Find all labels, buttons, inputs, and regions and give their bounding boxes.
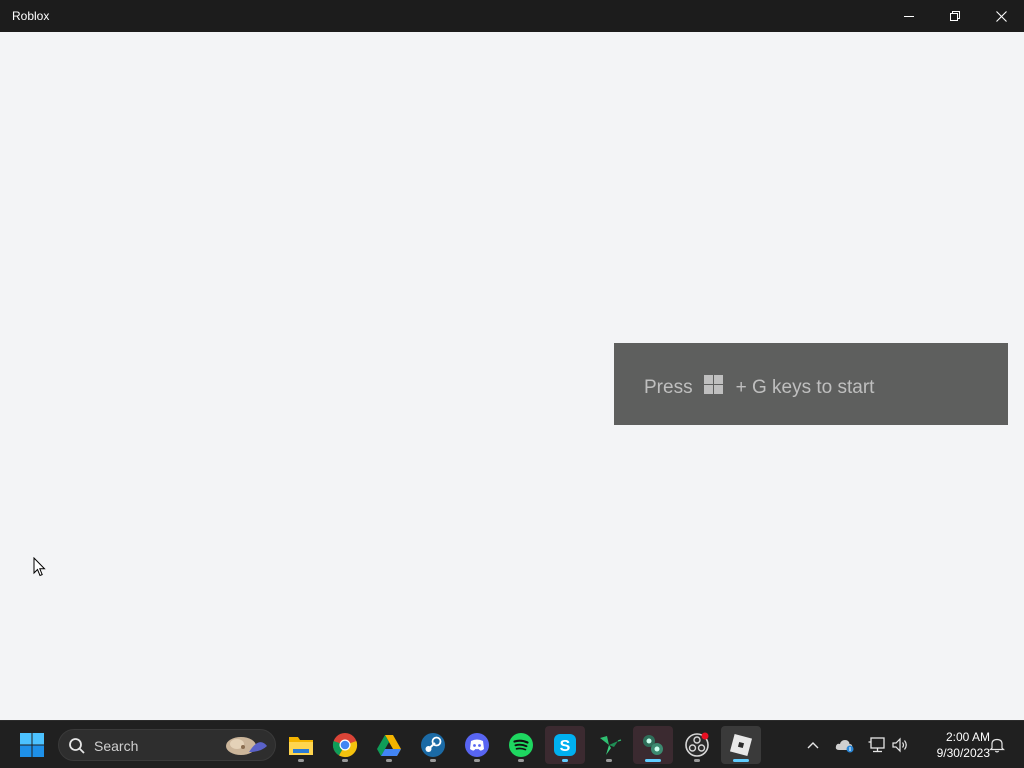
taskbar-chrome[interactable] bbox=[325, 726, 365, 764]
obs-icon bbox=[685, 732, 709, 757]
taskbar-steam[interactable] bbox=[413, 726, 453, 764]
taskbar: Search S 2:00 AM 9/30/2023 bbox=[0, 720, 1024, 768]
minimize-icon bbox=[904, 16, 914, 17]
show-hidden-icons-button[interactable] bbox=[800, 721, 826, 768]
search-box[interactable]: Search bbox=[58, 729, 276, 761]
taskbar-google-drive[interactable] bbox=[369, 726, 409, 764]
discord-icon bbox=[465, 733, 489, 757]
running-indicator bbox=[474, 759, 480, 762]
mouse-cursor-icon bbox=[33, 556, 47, 582]
window-title: Roblox bbox=[12, 9, 50, 23]
chevron-up-icon bbox=[807, 742, 819, 749]
active-indicator bbox=[733, 759, 749, 762]
restore-button[interactable] bbox=[932, 0, 978, 32]
clock-time: 2:00 AM bbox=[945, 730, 990, 744]
google-drive-icon bbox=[377, 734, 401, 756]
spotify-icon bbox=[509, 733, 533, 757]
clock-date: 9/30/2023 bbox=[936, 746, 990, 760]
notifications-button[interactable] bbox=[984, 721, 1010, 768]
minimize-button[interactable] bbox=[886, 0, 932, 32]
running-indicator bbox=[518, 759, 524, 762]
onedrive-tray-button[interactable] bbox=[832, 721, 858, 768]
restore-icon bbox=[950, 11, 960, 21]
hummingbird-icon bbox=[600, 736, 622, 755]
skype-icon: S bbox=[554, 734, 576, 756]
search-highlight-icon bbox=[226, 737, 267, 755]
running-indicator bbox=[606, 759, 612, 762]
close-button[interactable] bbox=[978, 0, 1024, 32]
cloud-icon bbox=[835, 740, 854, 753]
close-icon bbox=[995, 10, 1007, 22]
file-explorer-icon bbox=[289, 737, 313, 755]
running-indicator bbox=[298, 759, 304, 762]
running-indicator bbox=[694, 759, 700, 762]
network-tray-button[interactable] bbox=[864, 721, 890, 768]
network-icon bbox=[868, 737, 885, 753]
taskbar-hummingbird[interactable] bbox=[589, 726, 629, 764]
taskbar-gaming-app[interactable] bbox=[633, 726, 673, 764]
volume-tray-button[interactable] bbox=[888, 721, 914, 768]
running-indicator bbox=[562, 759, 568, 762]
running-indicator bbox=[645, 759, 661, 762]
roblox-icon bbox=[729, 733, 753, 757]
svg-text:S: S bbox=[560, 738, 571, 755]
gaming-app-icon bbox=[643, 735, 663, 755]
game-bar-toast: Press + G keys to start bbox=[614, 343, 1008, 425]
windows-start-icon bbox=[20, 733, 44, 757]
taskbar-obs[interactable] bbox=[677, 726, 717, 764]
toast-suffix: + G keys to start bbox=[735, 376, 875, 398]
toast-prefix: Press bbox=[644, 376, 693, 398]
running-indicator bbox=[386, 759, 392, 762]
running-indicator bbox=[430, 759, 436, 762]
taskbar-discord[interactable] bbox=[457, 726, 497, 764]
start-button[interactable] bbox=[12, 726, 52, 764]
running-indicator bbox=[342, 759, 348, 762]
title-bar[interactable]: Roblox bbox=[0, 0, 1024, 32]
taskbar-spotify[interactable] bbox=[501, 726, 541, 764]
taskbar-roblox[interactable] bbox=[721, 726, 761, 764]
search-label: Search bbox=[94, 738, 139, 754]
taskbar-skype[interactable]: S bbox=[545, 726, 585, 764]
bell-icon bbox=[989, 738, 1005, 753]
taskbar-file-explorer[interactable] bbox=[281, 726, 321, 764]
search-icon bbox=[69, 738, 85, 754]
steam-icon bbox=[421, 733, 445, 757]
volume-icon bbox=[892, 737, 907, 753]
clock-button[interactable]: 2:00 AM 9/30/2023 bbox=[918, 729, 990, 761]
windows-logo-icon bbox=[703, 375, 723, 400]
chrome-icon bbox=[332, 733, 358, 758]
